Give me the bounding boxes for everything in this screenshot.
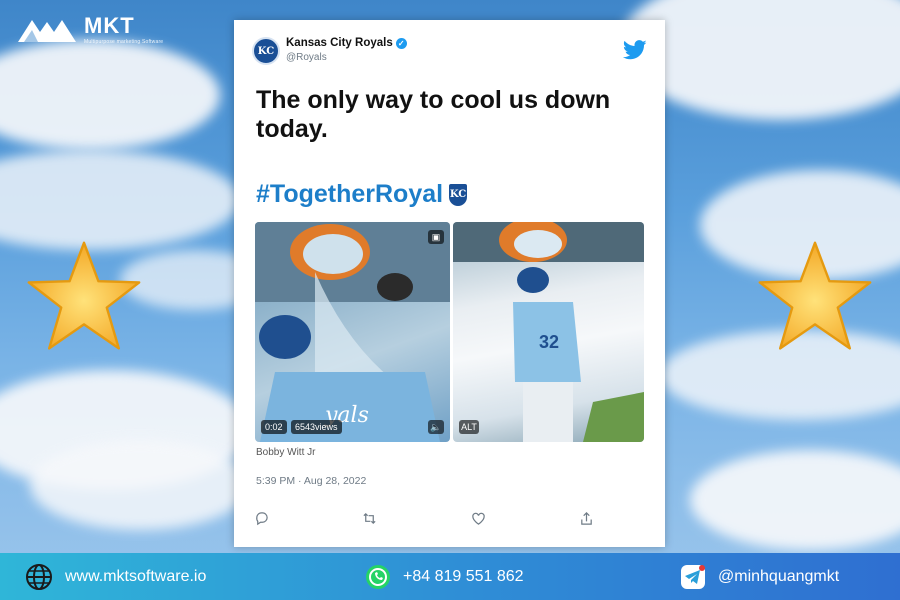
whatsapp-icon [366, 564, 390, 589]
alt-badge[interactable]: ALT [459, 420, 479, 434]
mkt-logo: MKT Multipurpose marketing Software [16, 14, 163, 46]
logo-text: MKT [84, 13, 135, 38]
video-duration: 0:02 [261, 420, 287, 434]
verified-icon: ✓ [395, 37, 407, 49]
tweet-timestamp[interactable]: 5:39 PM · Aug 28, 2022 [256, 475, 366, 487]
website-text: www.mktsoftware.io [65, 567, 207, 585]
svg-text:32: 32 [539, 332, 559, 352]
account-name[interactable]: Kansas City Royals ✓ [286, 37, 407, 49]
avatar[interactable]: KC [252, 37, 280, 65]
twitter-bird-icon[interactable] [623, 40, 647, 60]
star-icon [27, 241, 141, 350]
photo-thumbnail: 32 [453, 222, 644, 442]
star-icon [758, 241, 872, 350]
hashtag-text: #TogetherRoyal [256, 180, 444, 208]
account-name-text: Kansas City Royals [286, 37, 393, 49]
mute-icon[interactable]: 🔈 [428, 420, 444, 434]
tweet-card: KC Kansas City Royals ✓ @Royals The only… [234, 20, 665, 547]
media-caption: Bobby Witt Jr [256, 447, 316, 458]
royals-badge-icon: KC [449, 183, 468, 206]
footer-bar: www.mktsoftware.io +84 819 551 862 @minh… [0, 553, 900, 600]
photo-media[interactable]: 32 ALT [453, 222, 644, 442]
account-handle[interactable]: @Royals [286, 52, 327, 63]
telegram-text: @minhquangmkt [718, 567, 840, 585]
tweet-actions [254, 511, 594, 526]
reply-icon[interactable] [254, 511, 269, 526]
telegram-icon [681, 564, 705, 589]
video-media[interactable]: yals 0:02 6543views ▣ 🔈 [255, 222, 450, 442]
logo-tagline: Multipurpose marketing Software [84, 39, 164, 45]
phone-text: +84 819 551 862 [403, 567, 524, 585]
like-icon[interactable] [471, 511, 486, 526]
gif-icon[interactable]: ▣ [428, 230, 444, 244]
video-thumbnail: yals [255, 222, 450, 442]
hashtag-link[interactable]: #TogetherRoyal KC [256, 180, 468, 209]
footer-telegram[interactable]: @minhquangmkt [680, 553, 839, 600]
footer-phone[interactable]: +84 819 551 862 [365, 553, 524, 600]
globe-icon [26, 563, 52, 590]
logo-mark-icon [18, 20, 76, 42]
footer-website[interactable]: www.mktsoftware.io [25, 553, 206, 600]
tweet-text: The only way to cool us down today. [256, 86, 611, 143]
retweet-icon[interactable] [362, 511, 377, 526]
share-icon[interactable] [579, 511, 594, 526]
video-views: 6543views [291, 420, 342, 434]
